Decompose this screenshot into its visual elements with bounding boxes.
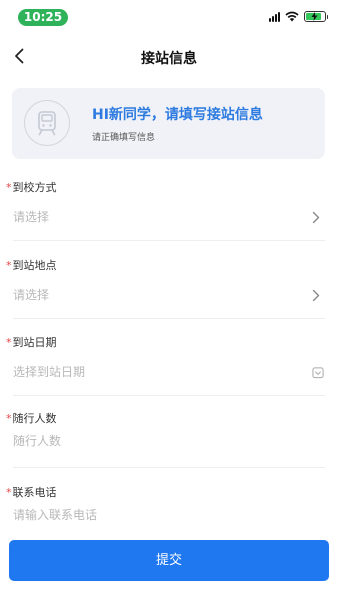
banner-subtitle: 请正确填写信息	[92, 133, 156, 143]
arrival-method-select[interactable]: 请选择	[13, 208, 49, 225]
field-arrival-date: *到站日期 选择到站日期	[0, 334, 338, 396]
chevron-right-icon[interactable]	[310, 287, 322, 303]
field-label: *到站地点	[6, 259, 57, 272]
field-label: *随行人数	[6, 412, 57, 425]
info-banner: HI新同学，请填写接站信息 请正确填写信息	[12, 88, 325, 159]
field-arrival-method: *到校方式 请选择	[0, 179, 338, 241]
submit-button[interactable]: 提交	[9, 540, 329, 581]
companions-input[interactable]: 随行人数	[13, 432, 61, 449]
battery-charging-icon	[304, 11, 328, 22]
arrival-date-picker[interactable]: 选择到站日期	[13, 363, 85, 380]
banner-title: HI新同学，请填写接站信息	[92, 107, 263, 123]
train-icon	[24, 100, 70, 146]
page-title: 接站信息	[141, 51, 197, 67]
chevron-right-icon[interactable]	[310, 209, 322, 225]
arrival-station-select[interactable]: 请选择	[13, 286, 49, 303]
wifi-icon	[285, 11, 299, 22]
nav-bar: 接站信息	[0, 38, 338, 76]
status-bar: 10:25	[0, 0, 338, 34]
status-icons	[269, 11, 328, 22]
field-label: *联系电话	[6, 486, 57, 499]
status-time: 10:25	[18, 9, 68, 26]
field-arrival-station: *到站地点 请选择	[0, 257, 338, 319]
calendar-icon[interactable]	[312, 364, 324, 380]
signal-icon	[269, 11, 280, 22]
field-companions: *随行人数 随行人数	[0, 410, 338, 472]
field-label: *到站日期	[6, 336, 57, 349]
field-label: *到校方式	[6, 181, 57, 194]
phone-input[interactable]: 请输入联系电话	[13, 506, 97, 523]
divider	[13, 467, 325, 468]
divider	[13, 395, 325, 396]
divider	[13, 318, 325, 319]
field-phone: *联系电话 请输入联系电话	[0, 484, 338, 534]
divider	[13, 240, 325, 241]
